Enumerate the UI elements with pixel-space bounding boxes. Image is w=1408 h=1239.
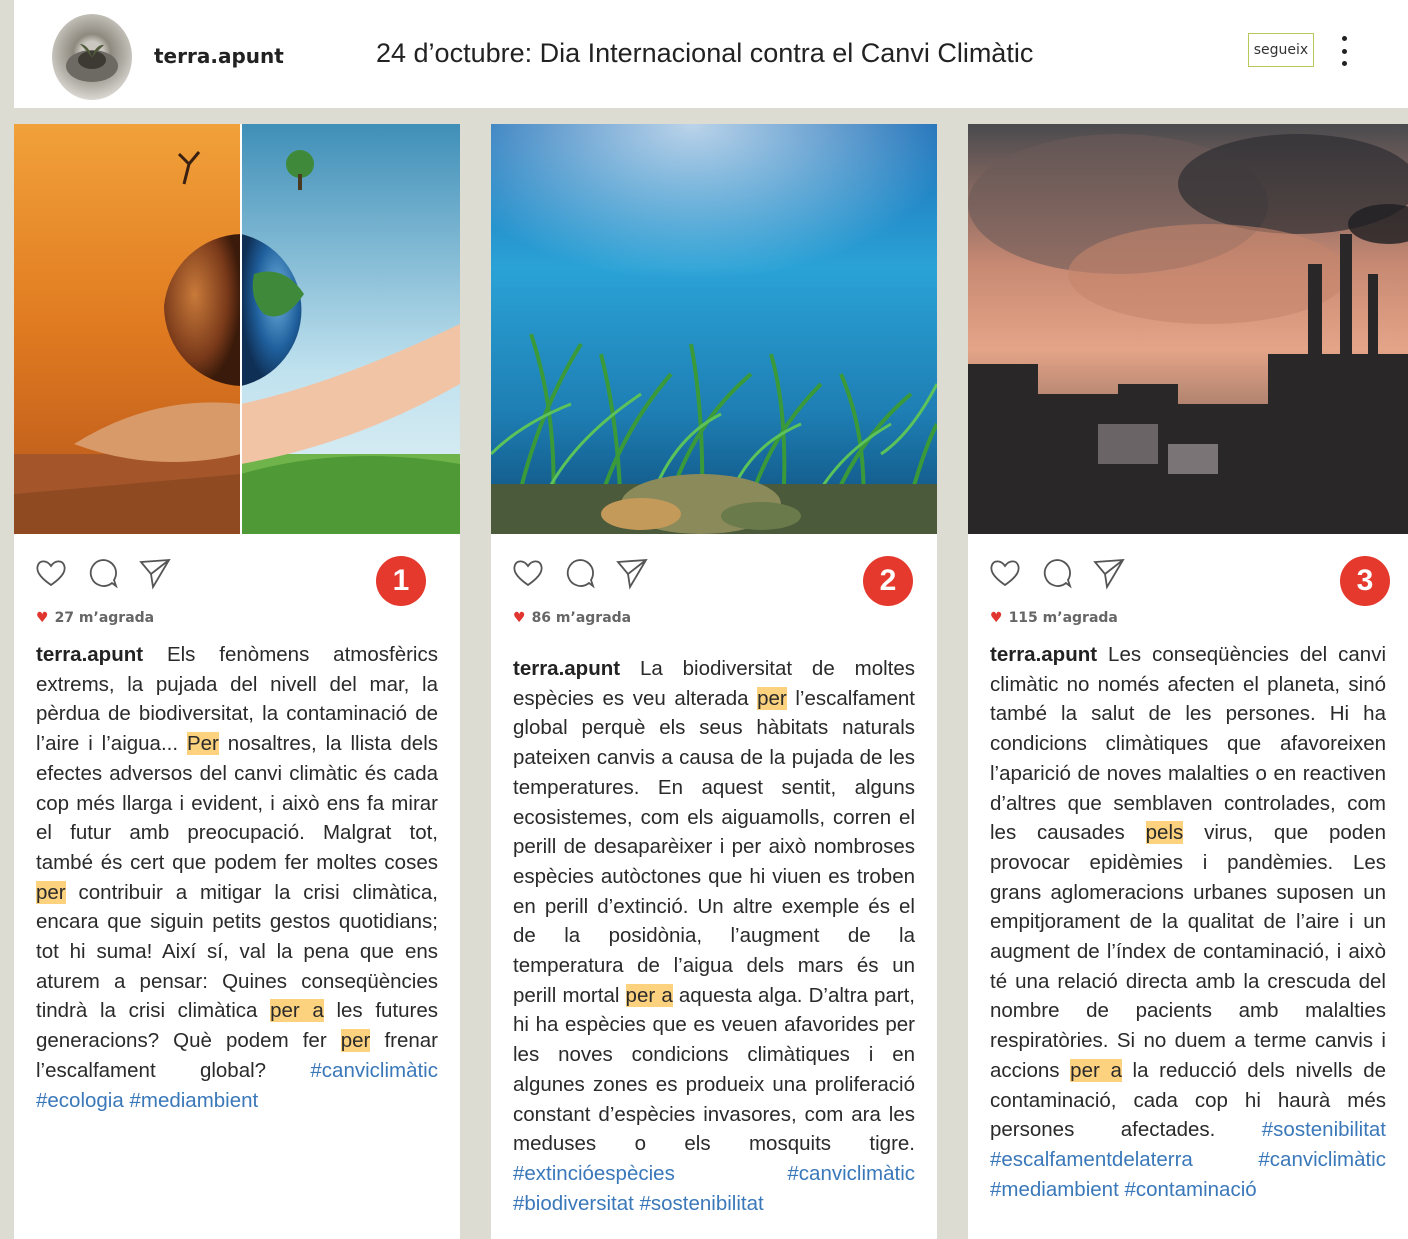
highlighted-word: per a <box>1070 1058 1122 1082</box>
hands-seedling-icon <box>66 44 118 82</box>
header-username[interactable]: terra.apunt <box>154 44 284 68</box>
post-actions <box>988 556 1126 590</box>
likes-count: ♥ 86 m’agrada <box>513 610 631 626</box>
post-image-earth-hands[interactable] <box>14 124 460 534</box>
likes-count: ♥ 115 m’agrada <box>990 610 1118 626</box>
post-caption: terra.apunt Les conseqüències del canvi … <box>990 640 1386 1204</box>
comment-icon[interactable] <box>86 556 120 590</box>
heart-filled-icon: ♥ <box>990 610 1003 626</box>
share-icon[interactable] <box>1092 556 1126 590</box>
caption-username[interactable]: terra.apunt <box>990 643 1097 666</box>
share-icon[interactable] <box>138 556 172 590</box>
avatar[interactable] <box>52 14 132 100</box>
profile-header: terra.apunt 24 d’octubre: Dia Internacio… <box>14 0 1408 108</box>
post-image-seagrass[interactable] <box>491 124 937 534</box>
post-actions <box>511 556 649 590</box>
likes-label: 115 m’agrada <box>1008 610 1118 626</box>
post-number-badge: 2 <box>863 556 913 606</box>
heart-filled-icon: ♥ <box>513 610 526 626</box>
caption-username[interactable]: terra.apunt <box>36 643 143 666</box>
post-number-badge: 3 <box>1340 556 1390 606</box>
follow-button[interactable]: segueix <box>1248 33 1314 67</box>
highlighted-word: per <box>340 1029 371 1053</box>
comment-icon[interactable] <box>1040 556 1074 590</box>
highlighted-word: per a <box>625 983 673 1007</box>
more-options-icon[interactable] <box>1332 36 1356 66</box>
post-image-industrial-pollution[interactable] <box>968 124 1408 534</box>
highlighted-word: per a <box>270 999 324 1023</box>
highlighted-word: pels <box>1145 821 1184 845</box>
heart-icon[interactable] <box>988 556 1022 590</box>
heart-icon[interactable] <box>511 556 545 590</box>
caption-text: virus, que poden provocar epidèmies i pa… <box>990 821 1386 1082</box>
heart-filled-icon: ♥ <box>36 610 49 626</box>
hashtags[interactable]: #extincióespècies #canviclimàtic #biodiv… <box>513 1162 915 1215</box>
caption-username[interactable]: terra.apunt <box>513 657 620 680</box>
post-card-2: 2 ♥ 86 m’agrada terra.apunt La biodiversi… <box>491 124 937 1239</box>
caption-text: l’escalfament global perquè els seus hàb… <box>513 686 915 1007</box>
post-actions <box>34 556 172 590</box>
caption-text: aquesta alga. D’altra part, hi ha espèci… <box>513 983 915 1156</box>
post-card-1: 1 ♥ 27 m’agrada terra.apunt Els fenòmens … <box>14 124 460 1239</box>
heart-icon[interactable] <box>34 556 68 590</box>
likes-label: 86 m’agrada <box>531 610 632 626</box>
caption-text: Les conseqüències del canvi climàtic no … <box>990 643 1386 845</box>
likes-label: 27 m’agrada <box>54 610 155 626</box>
highlighted-word: Per <box>186 732 219 756</box>
highlighted-word: per <box>36 880 66 904</box>
highlighted-word: per <box>757 686 787 710</box>
post-number-badge: 1 <box>376 556 426 606</box>
share-icon[interactable] <box>615 556 649 590</box>
comment-icon[interactable] <box>563 556 597 590</box>
post-caption: terra.apunt Els fenòmens atmosfèrics ext… <box>36 640 438 1115</box>
post-card-3: 3 ♥ 115 m’agrada terra.apunt Les conseqüè… <box>968 124 1408 1239</box>
page-title: 24 d’octubre: Dia Internacional contra e… <box>376 38 1034 68</box>
likes-count: ♥ 27 m’agrada <box>36 610 154 626</box>
post-caption: terra.apunt La biodiversitat de moltes e… <box>513 654 915 1218</box>
